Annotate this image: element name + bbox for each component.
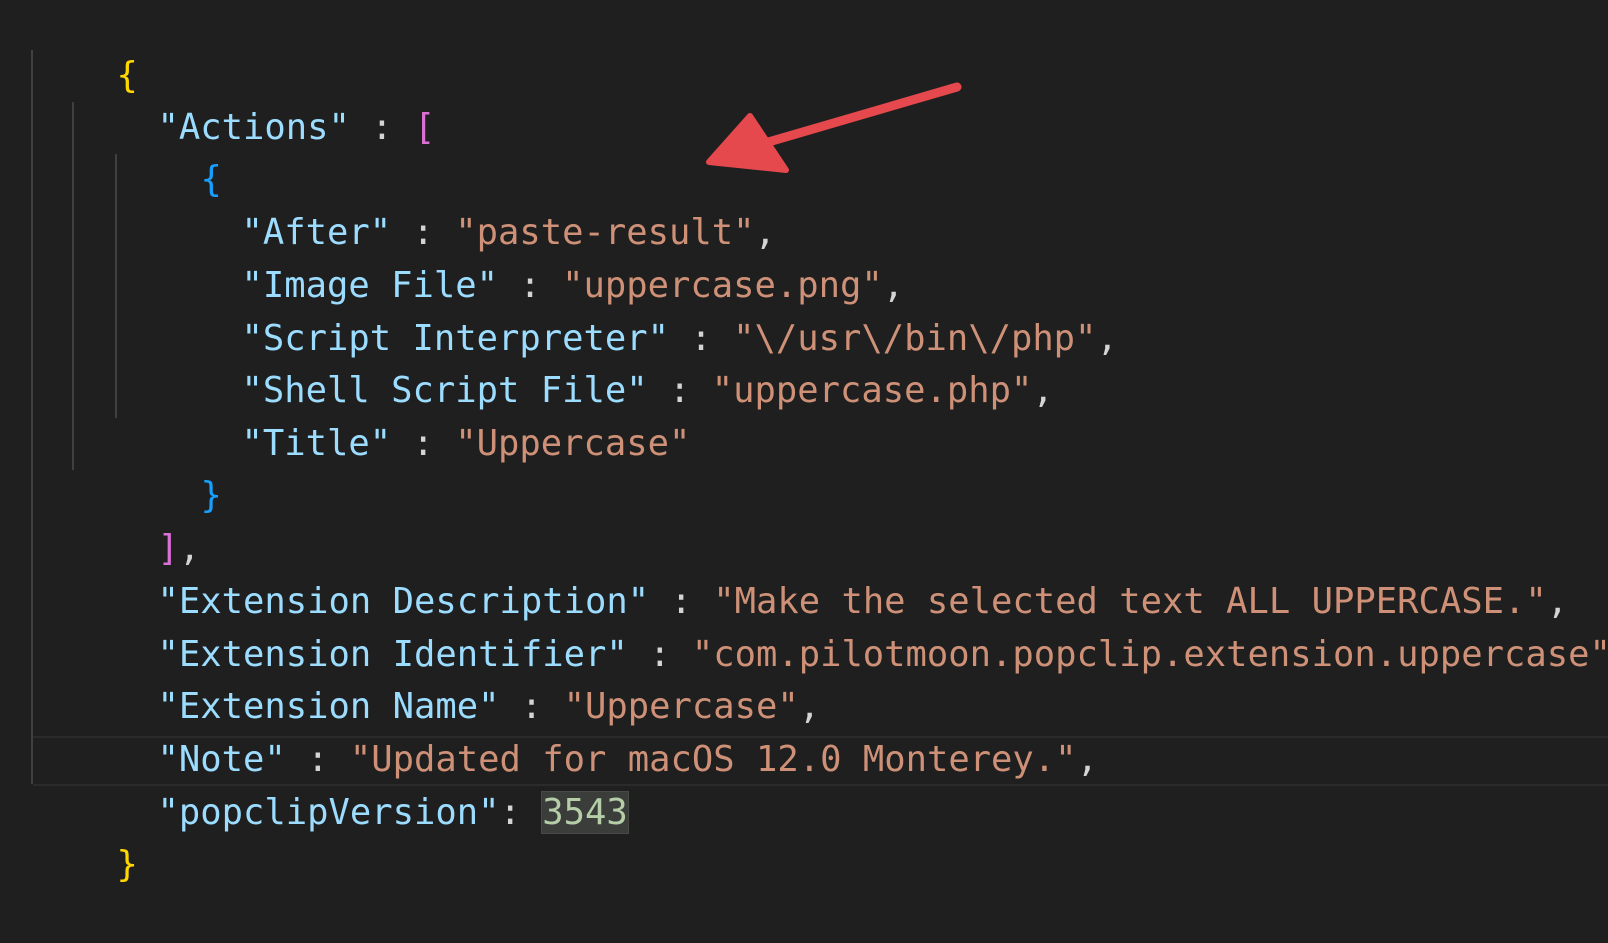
code-line-15[interactable]: "popclipVersion": 3543: [72, 735, 629, 834]
comma: ,: [1032, 370, 1054, 411]
code-line-14[interactable]: "Note" : "Updated for macOS 12.0 Montere…: [72, 682, 1098, 780]
code-line-13[interactable]: "Extension Name" : "Uppercase",: [72, 629, 821, 727]
indent-guide-root: [31, 50, 33, 784]
json-key-popclip-version: "popclipVersion": [157, 792, 500, 833]
code-line-11[interactable]: "Extension Description" : "Make the sele…: [72, 524, 1569, 622]
code-line-6[interactable]: "Script Interpreter" : "\/usr\/bin\/php"…: [156, 261, 1118, 359]
code-line-4[interactable]: "After" : "paste-result",: [156, 155, 776, 253]
code-line-16[interactable]: }: [31, 787, 138, 885]
code-editor[interactable]: { "Actions" : [ { "After" : "paste-resul…: [0, 0, 1608, 885]
code-line-9[interactable]: }: [115, 418, 222, 516]
json-value-extension-identifier: "com.pilotmoon.popclip.extension.upperca…: [691, 634, 1608, 675]
colon: :: [349, 107, 414, 148]
root-close-brace: }: [116, 844, 138, 885]
code-line-1[interactable]: {: [31, 0, 138, 96]
actions-open-bracket: [: [413, 107, 436, 148]
code-line-12[interactable]: "Extension Identifier" : "com.pilotmoon.…: [72, 577, 1608, 675]
code-line-10[interactable]: ],: [72, 471, 201, 569]
code-line-8[interactable]: "Title" : "Uppercase": [156, 366, 691, 464]
colon: :: [391, 423, 456, 464]
comma: ,: [1076, 739, 1098, 780]
json-value-popclip-version: 3543: [541, 791, 629, 834]
json-key-title: "Title": [241, 423, 392, 464]
colon: :: [499, 792, 543, 833]
json-value-title: "Uppercase": [455, 423, 691, 464]
code-line-5[interactable]: "Image File" : "uppercase.png",: [156, 208, 905, 306]
json-value-shell-script-file: "uppercase.php": [711, 370, 1033, 411]
code-line-2[interactable]: "Actions" : [: [72, 50, 436, 148]
code-line-3[interactable]: {: [115, 102, 222, 200]
comma: ,: [1096, 318, 1118, 359]
action-close-brace: }: [200, 475, 222, 516]
code-line-7[interactable]: "Shell Script File" : "uppercase.php",: [156, 313, 1054, 411]
